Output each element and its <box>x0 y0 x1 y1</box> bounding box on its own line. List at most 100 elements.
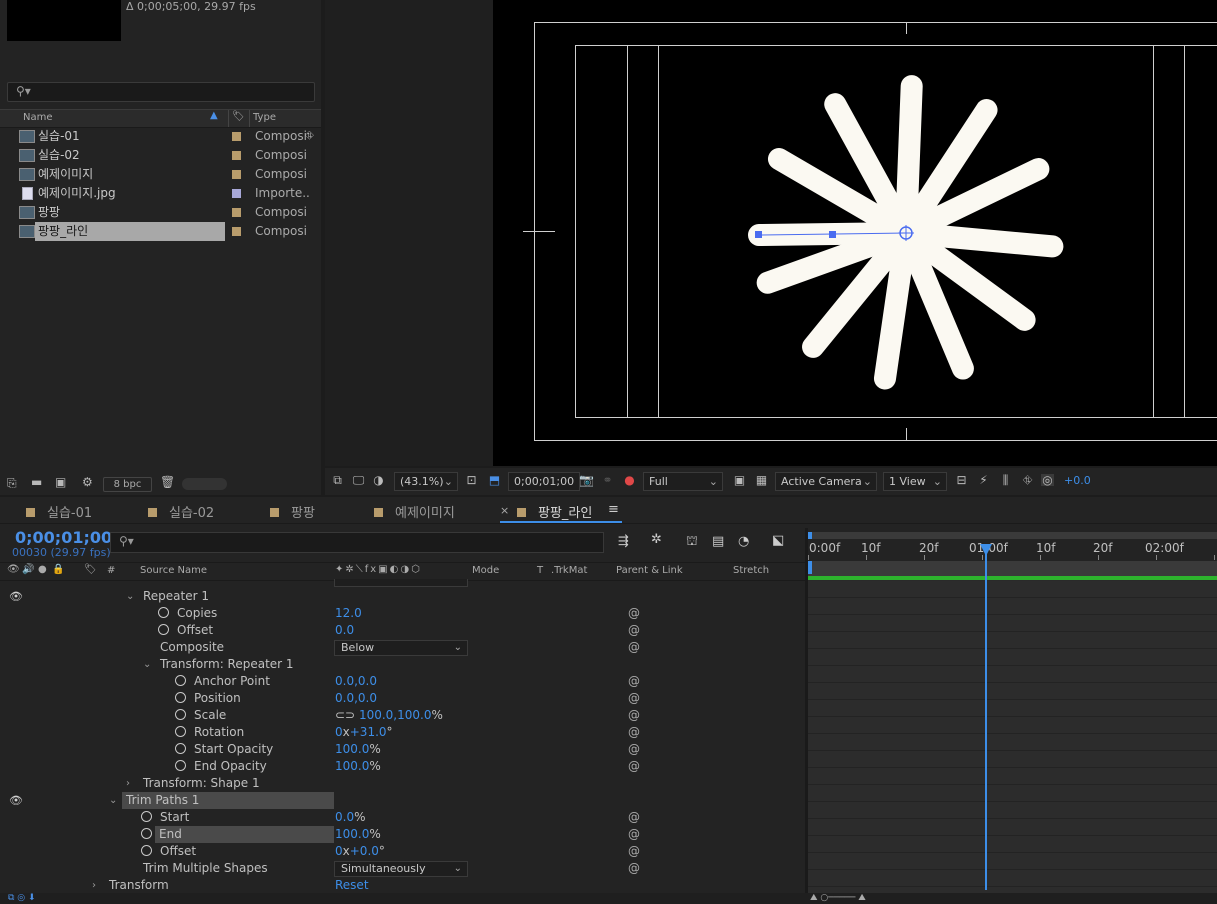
video-switch-icon[interactable]: 👁 <box>7 564 20 575</box>
pickwhip-icon[interactable]: @ <box>628 673 640 690</box>
col-stretch[interactable]: Stretch <box>733 565 769 576</box>
panel-menu-icon[interactable]: ≡ <box>608 502 619 517</box>
pickwhip-icon[interactable]: @ <box>628 860 640 877</box>
pickwhip-icon[interactable]: @ <box>628 741 640 758</box>
flowchart-icon[interactable]: ⛗ <box>1021 474 1034 486</box>
twirl-down-icon[interactable]: ⌄ <box>109 792 117 809</box>
label-color-swatch[interactable] <box>232 151 241 160</box>
col-type[interactable]: Type <box>253 112 276 123</box>
footer-toggle-icon[interactable]: ⧉ ◎ ⬇ <box>8 893 36 903</box>
lock-icon[interactable]: 🔒 <box>52 564 64 575</box>
transparency-grid-icon[interactable]: ▦ <box>755 474 768 486</box>
property-scale[interactable]: Scale ⊂⊃ 100.0,100.0% @ <box>0 707 805 724</box>
twirl-down-icon[interactable]: ⌄ <box>143 656 151 673</box>
work-area-start[interactable] <box>808 561 812 574</box>
playhead[interactable] <box>985 545 987 890</box>
twirl-right-icon[interactable]: › <box>126 775 130 792</box>
label-color-swatch[interactable] <box>232 170 241 179</box>
work-area-bar[interactable] <box>808 561 1217 577</box>
label-color-swatch[interactable] <box>232 227 241 236</box>
property-position[interactable]: Position 0.0,0.0 @ <box>0 690 805 707</box>
exposure-value[interactable]: +0.0 <box>1064 474 1091 487</box>
col-name[interactable]: Name <box>23 112 53 123</box>
pickwhip-icon[interactable]: @ <box>628 622 640 639</box>
time-navigator[interactable] <box>808 532 1217 539</box>
stopwatch-icon[interactable] <box>158 624 169 635</box>
vr-mask-icon[interactable]: ◑ <box>372 474 385 486</box>
flowchart-icon[interactable]: ⛗ <box>305 129 314 143</box>
always-preview-icon[interactable]: ⧉ <box>331 474 344 486</box>
property-end-opacity[interactable]: End Opacity 100.0% @ <box>0 758 805 775</box>
color-channels-icon[interactable]: ● <box>623 474 636 486</box>
col-mode[interactable]: Mode <box>472 565 499 576</box>
property-trim-multiple[interactable]: Trim Multiple Shapes Simultaneously ⌄ @ <box>0 860 805 877</box>
tab-comp-active[interactable]: 팡팡_라인 <box>517 502 592 521</box>
draft-3d-icon[interactable]: ✲ <box>651 532 662 547</box>
project-search-input[interactable]: ⚲▾ <box>7 82 315 102</box>
tab-comp[interactable]: 예제이미지 <box>374 502 455 521</box>
label-color-swatch[interactable] <box>232 132 241 141</box>
property-anchor-point[interactable]: Anchor Point 0.0,0.0 @ <box>0 673 805 690</box>
col-parent[interactable]: Parent & Link <box>616 565 683 576</box>
property-group-trim-paths[interactable]: 👁 ⌄ Trim Paths 1 <box>0 792 805 809</box>
pickwhip-icon[interactable]: @ <box>628 707 640 724</box>
new-comp-icon[interactable]: ▣ <box>55 475 66 489</box>
camera-dropdown[interactable]: Active Camera ⌄ <box>775 472 877 491</box>
tab-comp[interactable]: 실습-01 <box>26 502 92 521</box>
stopwatch-icon[interactable] <box>175 760 186 771</box>
solo-icon[interactable]: ● <box>38 564 47 575</box>
audio-switch-icon[interactable]: 🔊 <box>22 564 34 575</box>
label-color-swatch[interactable] <box>232 208 241 217</box>
tab-comp[interactable]: 팡팡 <box>270 502 315 521</box>
pickwhip-icon[interactable]: @ <box>628 724 640 741</box>
timeline-icon[interactable]: ⫼ <box>999 474 1012 486</box>
pickwhip-icon[interactable]: @ <box>628 690 640 707</box>
trim-multiple-dropdown[interactable]: Simultaneously ⌄ <box>334 861 468 877</box>
stopwatch-icon[interactable] <box>141 845 152 856</box>
stopwatch-icon[interactable] <box>175 726 186 737</box>
thumbnail-slider[interactable] <box>182 478 227 490</box>
property-group-repeater[interactable]: 👁 ⌄ Repeater 1 <box>0 588 805 605</box>
stopwatch-icon[interactable] <box>141 811 152 822</box>
viewer-timecode[interactable]: 0;00;01;00 <box>508 472 580 491</box>
new-folder-icon[interactable]: ▬ <box>31 475 42 489</box>
project-item[interactable]: 실습-01 Composi ⛗ <box>0 127 321 146</box>
close-tab-icon[interactable]: × <box>500 504 509 517</box>
constrain-proportions-icon[interactable]: ⊂⊃ <box>335 708 359 722</box>
track-area[interactable] <box>808 576 1217 904</box>
label-tag-icon[interactable]: 🏷 <box>84 564 97 575</box>
visibility-eye-icon[interactable]: 👁 <box>9 792 23 809</box>
twirl-right-icon[interactable]: › <box>92 877 96 894</box>
path-vertex-handle[interactable] <box>829 231 836 238</box>
fit-icon[interactable]: ⊡ <box>465 474 478 486</box>
property-group-transform[interactable]: › Transform Reset <box>0 877 805 894</box>
stopwatch-icon[interactable] <box>141 828 152 839</box>
show-snapshot-icon[interactable]: ⚭ <box>601 474 614 486</box>
pickwhip-icon[interactable]: @ <box>628 809 640 826</box>
toggle-mask-icon[interactable]: ⬒ <box>488 474 501 486</box>
project-item[interactable]: 예제이미지.jpg Importe.. <box>0 184 321 203</box>
shy-layers-icon[interactable]: ⛫ <box>686 534 698 551</box>
project-settings-icon[interactable]: ⚙ <box>82 475 93 489</box>
layer-duration-bar[interactable] <box>808 576 1217 580</box>
property-copies[interactable]: Copies 12.0 @ <box>0 605 805 622</box>
path-vertex-handle[interactable] <box>755 231 762 238</box>
twirl-down-icon[interactable]: ⌄ <box>126 588 134 605</box>
region-of-interest-icon[interactable]: ▣ <box>733 474 746 486</box>
pickwhip-icon[interactable]: @ <box>628 639 640 656</box>
bit-depth-button[interactable]: 8 bpc <box>103 477 152 492</box>
sort-up-icon[interactable]: ▲ <box>210 110 218 121</box>
view-layout-dropdown[interactable]: 1 View ⌄ <box>883 472 947 491</box>
stopwatch-icon[interactable] <box>175 692 186 703</box>
stopwatch-icon[interactable] <box>175 709 186 720</box>
property-start-opacity[interactable]: Start Opacity 100.0% @ <box>0 741 805 758</box>
comp-mini-flowchart-icon[interactable]: ⇶ <box>618 534 629 549</box>
offset-value[interactable]: 0.0 <box>335 622 354 639</box>
col-source-name[interactable]: Source Name <box>140 565 207 576</box>
zoom-slider-icon[interactable]: ⛰ ○───── ⛰ <box>810 893 866 903</box>
timeline-search-input[interactable]: ⚲▾ <box>110 532 604 553</box>
trash-icon[interactable]: 🗑 <box>160 475 175 489</box>
visibility-eye-icon[interactable]: 👁 <box>9 588 23 605</box>
project-item-selected[interactable]: 팡팡_라인 Composi <box>0 222 321 241</box>
col-trkmat[interactable]: .TrkMat <box>551 565 587 576</box>
